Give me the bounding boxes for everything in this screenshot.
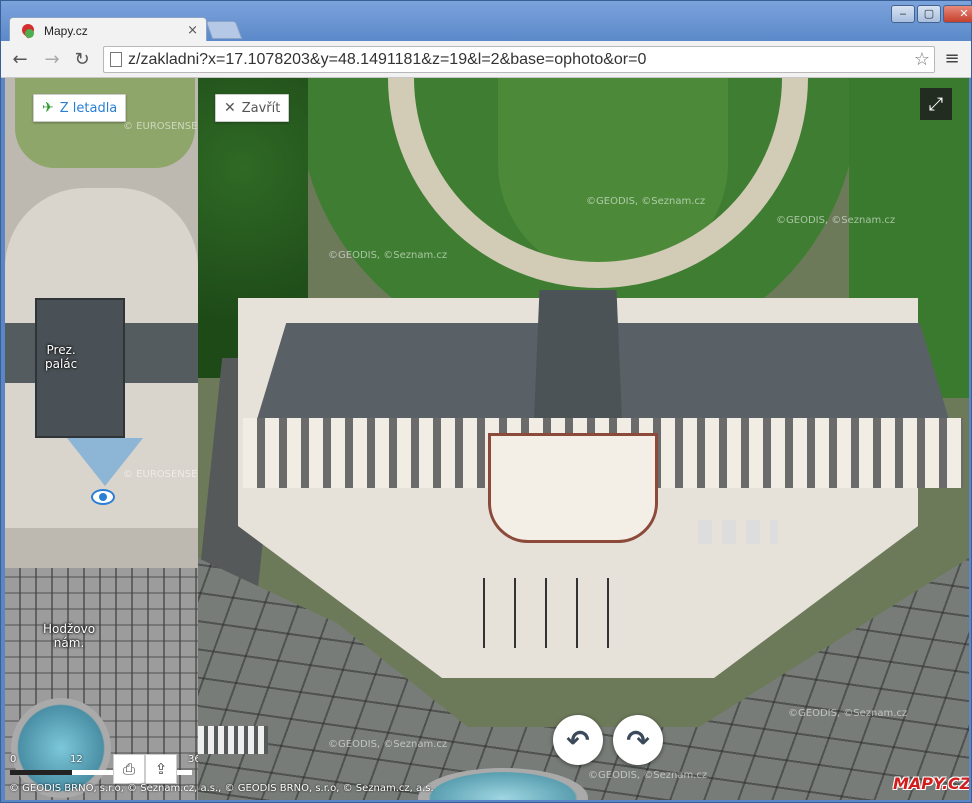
ortho-map-panel[interactable]: © EUROSENSE © EUROSENSE Prez. palác Hodž…: [5, 78, 198, 800]
browser-toolbar: ← → ↻ z/zakladni?x=17.1078203&y=48.14911…: [1, 41, 971, 78]
watermark: ©GEODIS, ©Seznam.cz: [328, 250, 448, 261]
crosswalk: [198, 726, 268, 754]
scale-0: 0: [10, 754, 17, 765]
new-tab-button[interactable]: [205, 21, 243, 39]
page-icon: [110, 52, 122, 67]
tab-close-icon[interactable]: ×: [187, 23, 198, 38]
title-bar: Mapy.cz × ‒ ▢ ✕: [1, 1, 972, 43]
watermark: © EUROSENSE: [123, 121, 198, 132]
airplane-icon: ✈: [42, 100, 54, 116]
tab-title: Mapy.cz: [44, 23, 88, 38]
bookmark-star-icon[interactable]: ☆: [914, 49, 930, 70]
oblique-aerial-panel[interactable]: ©GEODIS, ©Seznam.cz ©GEODIS, ©Seznam.cz …: [198, 78, 969, 800]
aerial-view-label: Z letadla: [59, 100, 118, 116]
aerial-view-button[interactable]: ✈ Z letadla: [33, 94, 127, 122]
back-button[interactable]: ←: [9, 49, 31, 71]
address-bar[interactable]: z/zakladni?x=17.1078203&y=48.1491181&z=1…: [103, 46, 935, 73]
label-hodzovo-square: Hodžovo nám.: [43, 622, 96, 650]
flagpoles: [483, 578, 623, 648]
viewpoint-eye-icon[interactable]: [91, 489, 115, 505]
palace-roof-center: [534, 290, 622, 420]
label-palace: Prez. palác: [45, 343, 78, 371]
close-aerial-label: Zavřít: [241, 100, 281, 116]
minimize-button[interactable]: ‒: [891, 5, 915, 23]
tab-mapy[interactable]: Mapy.cz ×: [9, 17, 207, 43]
watermark: ©GEODIS, ©Seznam.cz: [586, 196, 706, 207]
palace-portico: [488, 433, 658, 543]
watermark: ©GEODIS, ©Seznam.cz: [588, 770, 708, 781]
browser-window: Mapy.cz × ‒ ▢ ✕ ← → ↻ z/zakladni?x=17.10…: [0, 0, 972, 803]
scale-segment-dark: [10, 770, 72, 775]
print-icon[interactable]: ⎙: [113, 754, 145, 784]
rotate-right-button[interactable]: ↷: [613, 715, 663, 765]
watermark: ©GEODIS, ©Seznam.cz: [788, 708, 908, 719]
map-content: © EUROSENSE © EUROSENSE Prez. palác Hodž…: [5, 78, 969, 800]
rotate-left-button[interactable]: ↶: [553, 715, 603, 765]
close-icon: ✕: [224, 100, 236, 116]
watermark: © EUROSENSE: [123, 469, 198, 480]
fullscreen-expand-icon[interactable]: ⤢: [920, 88, 952, 120]
window-controls: ‒ ▢ ✕: [891, 5, 972, 23]
scale-36: 36: [188, 754, 198, 765]
mapy-cz-logo: MAPY.CZ: [893, 774, 969, 793]
url-text[interactable]: z/zakladni?x=17.1078203&y=48.1491181&z=1…: [128, 51, 914, 69]
watermark: ©GEODIS, ©Seznam.cz: [328, 739, 448, 750]
mapy-favicon-icon: [19, 21, 37, 39]
close-window-button[interactable]: ✕: [943, 5, 972, 23]
copyright-text: © GEODIS BRNO, s.r.o, © Seznam.cz, a.s.,…: [9, 783, 434, 794]
scale-12: 12: [70, 754, 83, 765]
parked-cars: [698, 520, 778, 544]
maximize-button[interactable]: ▢: [917, 5, 941, 23]
reload-button[interactable]: ↻: [71, 49, 93, 71]
watermark: ©GEODIS, ©Seznam.cz: [776, 215, 896, 226]
forward-button[interactable]: →: [41, 49, 63, 71]
map-tools: ⎙ ⇪: [113, 754, 177, 784]
close-aerial-button[interactable]: ✕ Zavřít: [215, 94, 290, 122]
share-icon[interactable]: ⇪: [145, 754, 177, 784]
browser-menu-icon[interactable]: ≡: [942, 49, 962, 69]
